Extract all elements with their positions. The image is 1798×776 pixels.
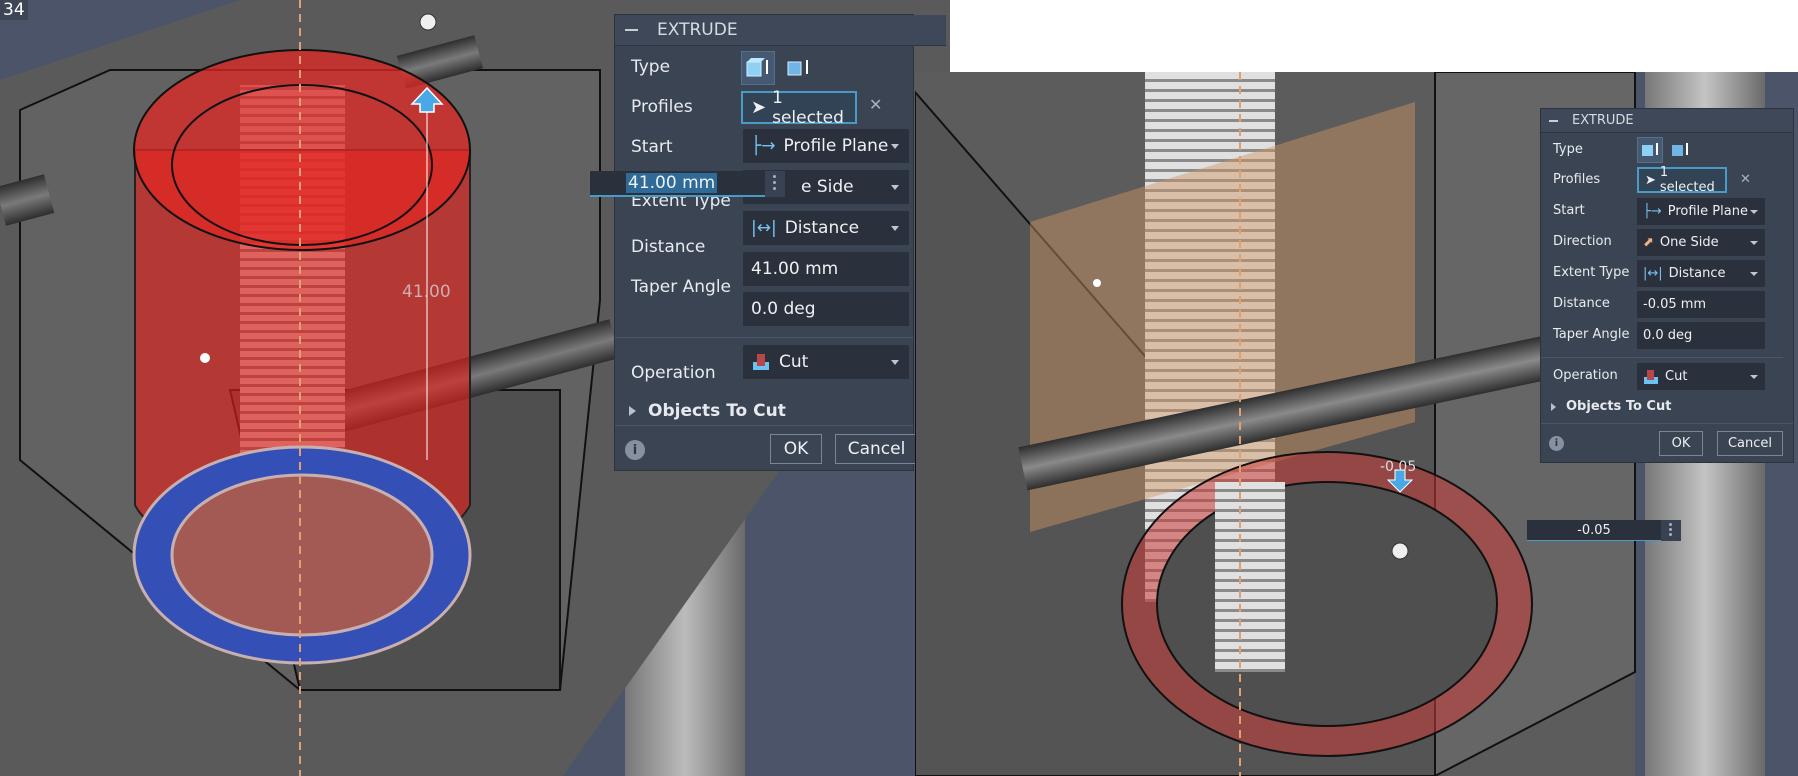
- info-icon[interactable]: i: [1549, 436, 1564, 451]
- taper-angle-label: Taper Angle: [631, 277, 732, 297]
- divider: [615, 337, 913, 338]
- one-side-icon: ⬈: [1643, 235, 1654, 250]
- extent-type-value: Distance: [1668, 266, 1726, 281]
- chevron-down-icon: [1750, 240, 1758, 245]
- objects-to-cut-toggle[interactable]: Objects To Cut: [629, 401, 786, 421]
- collapse-icon[interactable]: [625, 29, 638, 31]
- profile-plane-icon: ├→: [1643, 204, 1662, 219]
- divider: [1541, 357, 1783, 358]
- corner-label: 34: [0, 0, 28, 20]
- extrude-panel-right: EXTRUDE Type Profiles ➤ 1 selected ✕ Sta…: [1540, 108, 1794, 463]
- dimension-label: 41.00: [402, 282, 451, 302]
- expand-triangle-icon: [1551, 402, 1556, 411]
- direction-value: One Side: [1659, 235, 1719, 250]
- profiles-value: 1 selected: [772, 87, 844, 128]
- extrude-thin-icon: [787, 60, 808, 76]
- profiles-selection[interactable]: ➤ 1 selected: [1637, 165, 1727, 195]
- clear-selection-icon[interactable]: ✕: [1740, 172, 1751, 187]
- chevron-down-icon: [1750, 271, 1758, 276]
- profiles-label: Profiles: [1553, 172, 1601, 187]
- dimension-label: -0.05: [1380, 459, 1417, 475]
- direction-label: Direction: [1553, 234, 1612, 249]
- panel-title: EXTRUDE: [1572, 113, 1634, 128]
- operation-dropdown[interactable]: Cut: [1637, 363, 1765, 390]
- extent-type-dropdown[interactable]: |↔| Distance: [1637, 260, 1765, 287]
- start-value: Profile Plane: [1667, 204, 1748, 219]
- extrude-solid-icon: [746, 58, 768, 77]
- start-label: Start: [1553, 203, 1585, 218]
- floating-distance-input[interactable]: 41.00 mm: [590, 171, 765, 197]
- kebab-menu-icon: [773, 175, 776, 190]
- type-thin-button[interactable]: [1667, 137, 1693, 163]
- type-solid-button[interactable]: [741, 51, 775, 85]
- profiles-label: Profiles: [631, 97, 693, 117]
- ok-button[interactable]: OK: [770, 434, 822, 464]
- divider: [1541, 423, 1793, 424]
- cut-icon: [1644, 369, 1658, 384]
- expand-triangle-icon: [629, 406, 636, 416]
- objects-to-cut-toggle[interactable]: Objects To Cut: [1551, 399, 1671, 414]
- type-thin-button[interactable]: [781, 51, 815, 85]
- objects-to-cut-label: Objects To Cut: [1566, 399, 1672, 414]
- start-label: Start: [631, 137, 673, 157]
- start-dropdown[interactable]: ├→ Profile Plane: [743, 129, 909, 163]
- cursor-arrow-icon: ➤: [1645, 172, 1656, 188]
- input-options-button[interactable]: [765, 171, 785, 197]
- extent-type-value: Distance: [784, 218, 860, 238]
- taper-angle-label: Taper Angle: [1553, 327, 1630, 342]
- start-dropdown[interactable]: ├→ Profile Plane: [1637, 198, 1765, 225]
- profiles-selection[interactable]: ➤ 1 selected: [741, 88, 857, 128]
- extent-type-label: Extent Type: [1553, 265, 1630, 280]
- type-label: Type: [631, 57, 671, 77]
- chevron-down-icon: [891, 184, 899, 190]
- distance-input[interactable]: 41.00 mm: [743, 252, 909, 286]
- extrude-solid-icon: [1642, 143, 1658, 156]
- distance-icon: |↔|: [1643, 266, 1663, 281]
- type-solid-button[interactable]: [1637, 137, 1663, 163]
- distance-label: Distance: [1553, 296, 1610, 311]
- direction-dropdown[interactable]: ⬈ One Side: [1637, 229, 1765, 256]
- extrude-panel-left: EXTRUDE Type Profiles ➤ 1 selected ✕ Sta…: [614, 14, 946, 471]
- distance-input[interactable]: -0.05 mm: [1637, 291, 1765, 318]
- panel-header: EXTRUDE: [615, 15, 946, 46]
- start-value: Profile Plane: [783, 136, 889, 156]
- cancel-button[interactable]: Cancel: [1717, 431, 1783, 456]
- objects-to-cut-label: Objects To Cut: [648, 401, 786, 421]
- distance-label: Distance: [631, 237, 706, 257]
- profile-plane-icon: ├→: [751, 136, 776, 156]
- operation-label: Operation: [631, 363, 716, 383]
- type-label: Type: [1553, 142, 1583, 157]
- clear-selection-icon[interactable]: ✕: [869, 95, 882, 114]
- chevron-down-icon: [1750, 374, 1758, 379]
- floating-distance-value: 41.00 mm: [626, 173, 718, 193]
- chevron-down-icon: [1750, 209, 1758, 214]
- extent-type-dropdown[interactable]: |↔| Distance: [743, 211, 909, 245]
- direction-value: e Side: [801, 177, 854, 197]
- cancel-button[interactable]: Cancel: [835, 434, 917, 464]
- operation-value: Cut: [1665, 369, 1688, 384]
- extrude-thin-icon: [1672, 143, 1688, 156]
- operation-dropdown[interactable]: Cut: [743, 345, 909, 379]
- chevron-down-icon: [891, 143, 899, 149]
- input-options-button[interactable]: [1661, 520, 1681, 541]
- taper-angle-input[interactable]: 0.0 deg: [743, 292, 909, 326]
- kebab-menu-icon: [1669, 523, 1672, 536]
- panel-title: EXTRUDE: [657, 20, 738, 40]
- chevron-down-icon: [891, 359, 899, 365]
- cut-icon: [753, 354, 769, 370]
- chevron-down-icon: [891, 225, 899, 231]
- ok-button[interactable]: OK: [1659, 431, 1703, 456]
- divider: [615, 425, 913, 426]
- floating-distance-input[interactable]: -0.05: [1527, 520, 1661, 541]
- panel-header: EXTRUDE: [1541, 109, 1793, 133]
- info-icon[interactable]: i: [625, 440, 645, 460]
- distance-icon: |↔|: [751, 218, 777, 238]
- floating-distance-value: -0.05: [1577, 522, 1611, 538]
- operation-value: Cut: [779, 352, 809, 372]
- profiles-value: 1 selected: [1659, 165, 1715, 195]
- cursor-arrow-icon: ➤: [751, 97, 767, 118]
- taper-angle-input[interactable]: 0.0 deg: [1637, 322, 1765, 349]
- collapse-icon[interactable]: [1549, 119, 1558, 122]
- operation-label: Operation: [1553, 368, 1618, 383]
